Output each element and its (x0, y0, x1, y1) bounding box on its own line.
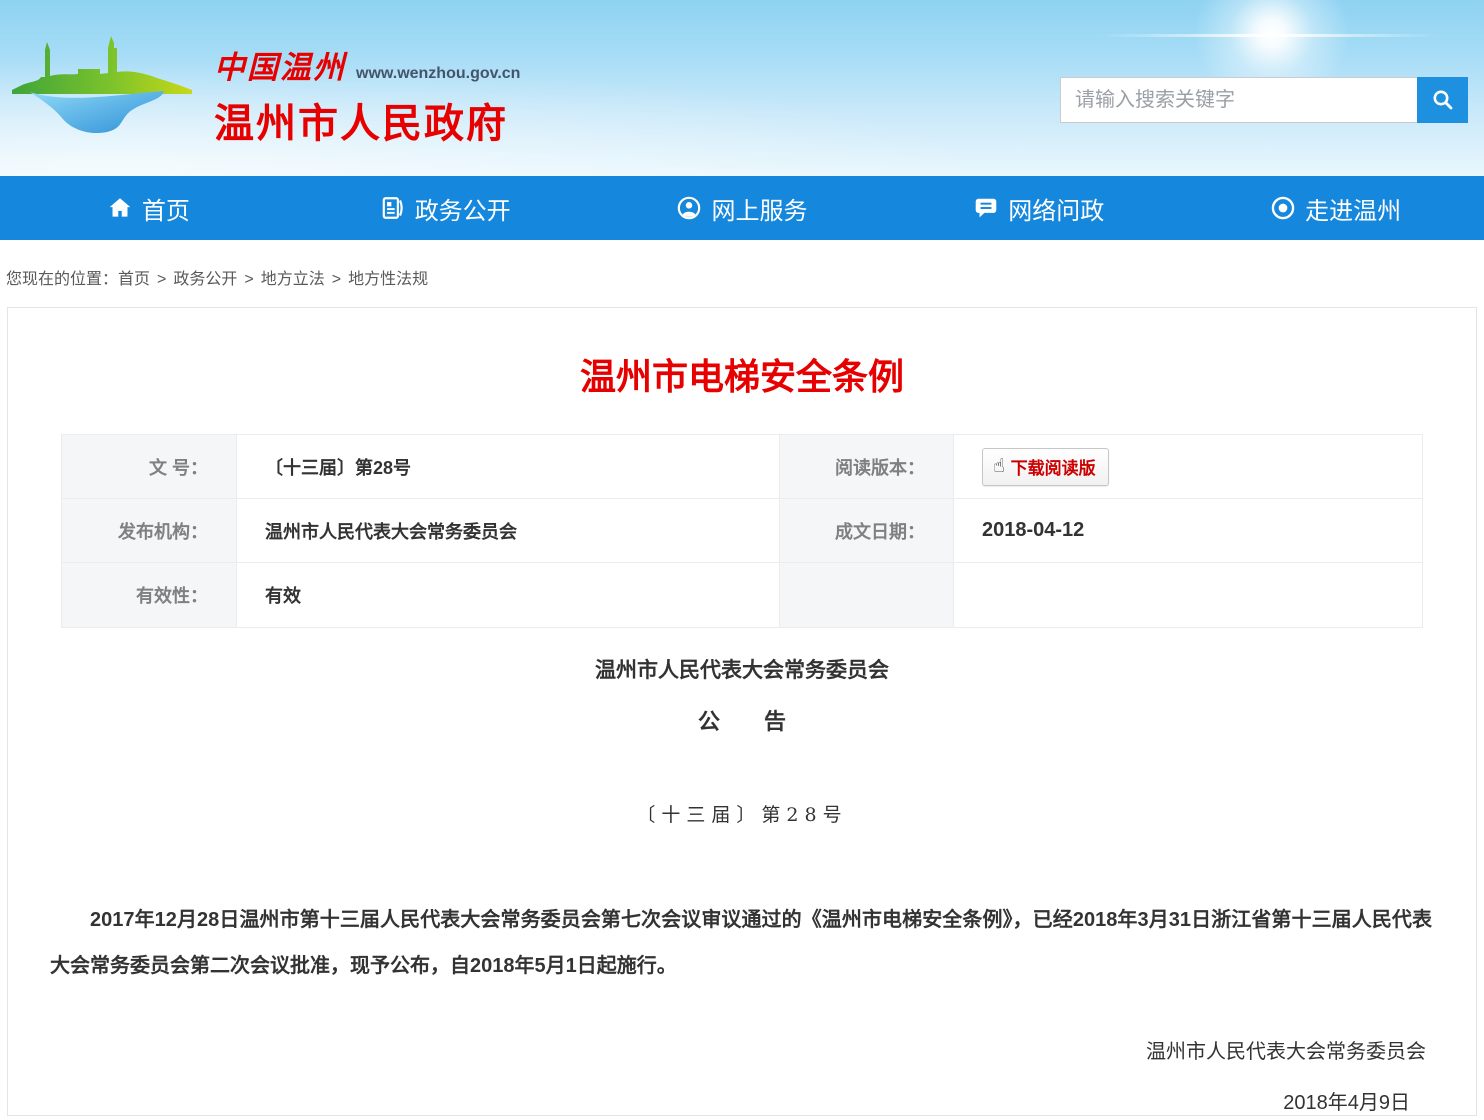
logo-text-block: 中国温州 www.wenzhou.gov.cn 温州市人民政府 (214, 28, 520, 149)
nav-label: 首页 (142, 191, 190, 226)
empty-value-cell (954, 563, 1422, 627)
nav-item-ask-politics[interactable]: 网络问政 (890, 176, 1187, 240)
signature-org: 温州市人民代表大会常务委员会 (8, 1035, 1476, 1064)
nav-label: 网上服务 (711, 191, 807, 226)
issue-date-label: 成文日期： (780, 499, 954, 563)
nav-item-home[interactable]: 首页 (0, 176, 297, 240)
breadcrumb-separator: > (332, 271, 341, 288)
breadcrumb-link-local-legislation[interactable]: 地方立法 (261, 271, 325, 288)
site-name: 温州市人民政府 (214, 91, 520, 149)
hand-pointer-icon: ☝ (993, 457, 1005, 476)
site-logo[interactable]: 中国温州 www.wenzhou.gov.cn 温州市人民政府 (12, 28, 520, 150)
sun-glare-decoration (1099, 34, 1439, 37)
breadcrumb-separator: > (157, 271, 166, 288)
document-icon (380, 195, 406, 221)
site-header: 中国温州 www.wenzhou.gov.cn 温州市人民政府 (0, 0, 1484, 176)
main-nav: 首页 政务公开 网上服务 (0, 176, 1484, 240)
doc-number-label: 文 号： (62, 435, 237, 499)
online-service-icon (676, 195, 702, 221)
validity-label: 有效性： (62, 563, 237, 627)
home-icon (107, 195, 133, 221)
article-container: 温州市电梯安全条例 文 号： 〔十三届〕第28号 阅读版本： ☝ 下载阅读版 发… (7, 307, 1477, 1116)
logo-script-text: 中国温州 (214, 42, 346, 87)
read-version-label: 阅读版本： (780, 435, 954, 499)
search-icon (1431, 88, 1455, 112)
page: 中国温州 www.wenzhou.gov.cn 温州市人民政府 首页 (0, 0, 1484, 1120)
validity-value: 有效 (237, 563, 780, 627)
page-title: 温州市电梯安全条例 (8, 348, 1476, 400)
breadcrumb: 您现在的位置：首页 > 政务公开 > 地方立法 > 地方性法规 (0, 240, 1484, 307)
announcement-paragraph: 2017年12月28日温州市第十三届人民代表大会常务委员会第七次会议审议通过的《… (50, 897, 1432, 989)
signature-date: 2018年4月9日 (8, 1086, 1476, 1115)
search-bar (1060, 77, 1468, 123)
nav-item-gov-affairs[interactable]: 政务公开 (297, 176, 594, 240)
island-logo-icon (12, 28, 202, 150)
breadcrumb-link-home[interactable]: 首页 (118, 271, 150, 288)
read-version-cell: ☝ 下载阅读版 (954, 435, 1422, 499)
issuer-value: 温州市人民代表大会常务委员会 (237, 499, 780, 563)
chat-bubble-icon (973, 195, 999, 221)
doc-number-value: 〔十三届〕第28号 (237, 435, 780, 499)
nav-label: 政务公开 (415, 191, 511, 226)
logo-url-text: www.wenzhou.gov.cn (356, 65, 520, 83)
announcement-org-name: 温州市人民代表大会常务委员会 (8, 654, 1476, 684)
announcement-heading: 公 告 (8, 704, 1476, 736)
search-button[interactable] (1417, 77, 1468, 123)
nav-label: 走进温州 (1305, 191, 1401, 226)
issuer-label: 发布机构： (62, 499, 237, 563)
breadcrumb-prefix: 您现在的位置： (6, 271, 118, 288)
document-meta-table: 文 号： 〔十三届〕第28号 阅读版本： ☝ 下载阅读版 发布机构： 温州市人民… (61, 434, 1423, 628)
issue-date-value: 2018-04-12 (954, 499, 1422, 563)
target-icon (1270, 195, 1296, 221)
breadcrumb-link-local-regulations[interactable]: 地方性法规 (348, 271, 428, 288)
search-input[interactable] (1060, 77, 1417, 123)
announcement-doc-number: 〔十三届〕第28号 (8, 800, 1476, 827)
nav-label: 网络问政 (1008, 191, 1104, 226)
download-button-label: 下载阅读版 (1011, 454, 1096, 479)
breadcrumb-separator: > (244, 271, 253, 288)
nav-item-online-service[interactable]: 网上服务 (594, 176, 891, 240)
breadcrumb-link-gov-affairs[interactable]: 政务公开 (173, 271, 237, 288)
nav-item-enter-wenzhou[interactable]: 走进温州 (1187, 176, 1484, 240)
empty-label-cell (780, 563, 954, 627)
download-read-version-button[interactable]: ☝ 下载阅读版 (982, 448, 1109, 486)
